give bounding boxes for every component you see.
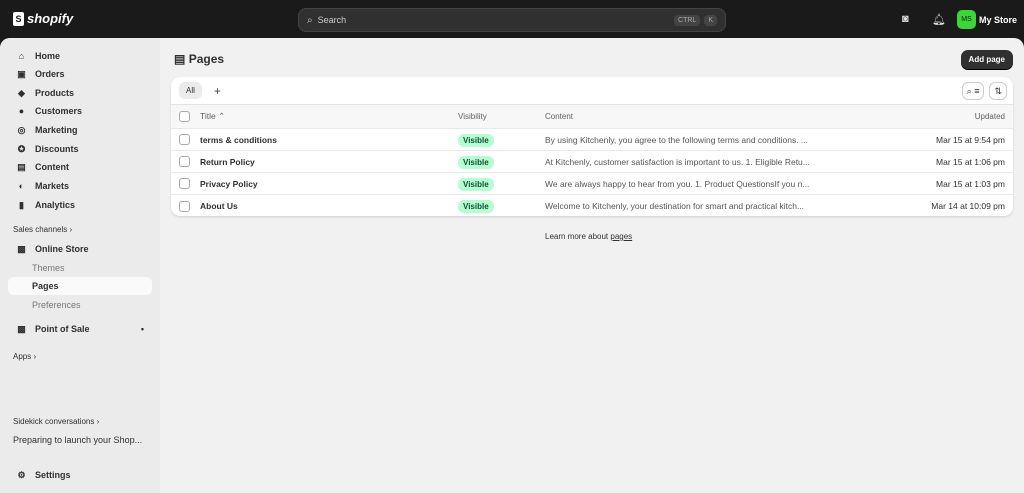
pages-table: All + ⌕ ≡ ⇅ Title ⌃ Visibility Content Up…: [171, 77, 1013, 216]
status-badge: Visible: [458, 177, 494, 191]
store-icon: ▩: [17, 243, 26, 254]
page-title-cell[interactable]: Return Policy: [200, 157, 255, 167]
table-header: Title ⌃ Visibility Content Updated: [171, 105, 1013, 129]
avatar[interactable]: MS: [957, 10, 976, 29]
pages-help-link[interactable]: pages: [610, 232, 632, 241]
shortcut-key: K: [704, 14, 717, 26]
inbox-icon: ▣: [17, 68, 26, 79]
table-row[interactable]: terms & conditions Visible By using Kitc…: [171, 129, 1013, 151]
search-filter-button[interactable]: ⌕ ≡: [961, 82, 985, 100]
tab-all[interactable]: All: [179, 82, 202, 99]
row-checkbox[interactable]: [179, 156, 190, 167]
unread-dot-icon: •: [140, 324, 144, 334]
sort-button[interactable]: ⇅: [989, 82, 1007, 100]
page-title-cell[interactable]: terms & conditions: [200, 135, 277, 145]
sidebar-item-settings[interactable]: ⚙ Settings: [8, 466, 152, 484]
updated-cell: Mar 15 at 1:06 pm: [936, 156, 1005, 167]
sidebar-item-orders[interactable]: ▣ Orders: [8, 65, 152, 83]
row-checkbox[interactable]: [179, 178, 190, 189]
discount-icon: ✪: [17, 143, 26, 154]
page-title-cell[interactable]: Privacy Policy: [200, 179, 258, 189]
content-cell: Welcome to Kitchenly, your destination f…: [545, 201, 805, 211]
row-checkbox[interactable]: [179, 200, 190, 212]
sidebar-item-preferences[interactable]: Preferences: [8, 296, 152, 314]
bar-chart-icon: ▮: [19, 199, 24, 210]
pos-icon: ▩: [17, 323, 26, 334]
column-updated: Updated: [974, 112, 1005, 121]
main-content: ▤ Pages Add page All + ⌕ ≡ ⇅ Title ⌃ Visi…: [160, 38, 1024, 493]
column-title[interactable]: Title ⌃: [200, 111, 225, 122]
sidebar-item-pages[interactable]: Pages: [8, 277, 152, 295]
learn-more: Learn more about pages: [545, 232, 633, 241]
sidebar-item-online-store[interactable]: ▩ Online Store: [8, 240, 152, 258]
target-icon: ◎: [17, 124, 26, 135]
gear-icon: ⚙: [17, 469, 26, 480]
search-icon: ⌕: [307, 14, 313, 26]
top-bar: Sshopify ⌕ Search CTRL K ◙ 🔔︎ MS My Store: [0, 0, 1024, 38]
content-cell: At Kitchenly, customer satisfaction is i…: [545, 156, 810, 167]
shopify-logo[interactable]: Sshopify: [13, 11, 73, 26]
sidekick-conversation-item[interactable]: Preparing to launch your Shop...: [13, 435, 142, 445]
content-cell: By using Kitchenly, you agree to the fol…: [545, 134, 809, 145]
table-row[interactable]: Privacy Policy Visible We are always hap…: [171, 173, 1013, 195]
store-name[interactable]: My Store: [979, 15, 1017, 25]
status-badge: Visible: [458, 155, 494, 169]
sidebar-item-marketing[interactable]: ◎ Marketing: [8, 121, 152, 139]
pages-icon: ▤: [174, 52, 186, 66]
table-row[interactable]: About Us Visible Welcome to Kitchenly, y…: [171, 195, 1013, 216]
sort-icon: ⌃: [218, 111, 226, 121]
sidebar-item-markets[interactable]: ◐ Markets: [8, 177, 152, 195]
content-cell: We are always happy to hear from you. 1.…: [545, 178, 810, 189]
sidebar: ⌂ Home ▣ Orders ◆ Products ● Customers ◎ Mark…: [0, 38, 160, 493]
shopping-bag-icon: S: [13, 11, 24, 26]
sidebar-item-products[interactable]: ◆ Products: [8, 84, 152, 102]
person-icon: ●: [18, 106, 25, 116]
tag-icon: ◆: [18, 87, 25, 98]
sidebar-item-home[interactable]: ⌂ Home: [8, 47, 152, 65]
column-visibility: Visibility: [458, 112, 487, 121]
table-row[interactable]: Return Policy Visible At Kitchenly, cust…: [171, 151, 1013, 173]
add-view-button[interactable]: +: [214, 84, 221, 98]
page-title-cell[interactable]: About Us: [200, 201, 238, 211]
sidebar-item-themes[interactable]: Themes: [8, 259, 152, 277]
sales-channels-link[interactable]: Sales channels ›: [13, 225, 72, 234]
content-icon: ▤: [17, 161, 26, 172]
page-title: ▤ Pages: [174, 52, 225, 66]
updated-cell: Mar 15 at 1:03 pm: [936, 178, 1005, 189]
updated-cell: Mar 14 at 10:09 pm: [931, 201, 1005, 211]
status-badge: Visible: [458, 200, 494, 213]
search-input[interactable]: ⌕ Search CTRL K: [298, 8, 726, 32]
row-checkbox[interactable]: [179, 134, 190, 145]
sidebar-item-analytics[interactable]: ▮ Analytics: [8, 196, 152, 214]
home-icon: ⌂: [18, 51, 25, 61]
add-page-button[interactable]: Add page: [960, 50, 1013, 69]
status-badge: Visible: [458, 133, 494, 147]
sidebar-item-discounts[interactable]: ✪ Discounts: [8, 140, 152, 158]
column-content: Content: [545, 112, 574, 121]
apps-link[interactable]: Apps ›: [13, 352, 36, 361]
sidebar-item-customers[interactable]: ● Customers: [8, 102, 152, 120]
globe-icon: ◐: [18, 181, 25, 191]
sidekick-conversations-link[interactable]: Sidekick conversations ›: [13, 417, 99, 426]
sidebar-item-point-of-sale[interactable]: ▩ Point of Sale •: [8, 320, 152, 338]
updated-cell: Mar 15 at 9:54 pm: [936, 134, 1005, 145]
select-all-checkbox[interactable]: [179, 111, 190, 122]
shortcut-key: CTRL: [674, 14, 701, 26]
sidebar-item-content[interactable]: ▤ Content: [8, 158, 152, 176]
sidekick-icon[interactable]: ◙: [902, 13, 909, 25]
bell-icon[interactable]: 🔔︎: [932, 13, 946, 26]
